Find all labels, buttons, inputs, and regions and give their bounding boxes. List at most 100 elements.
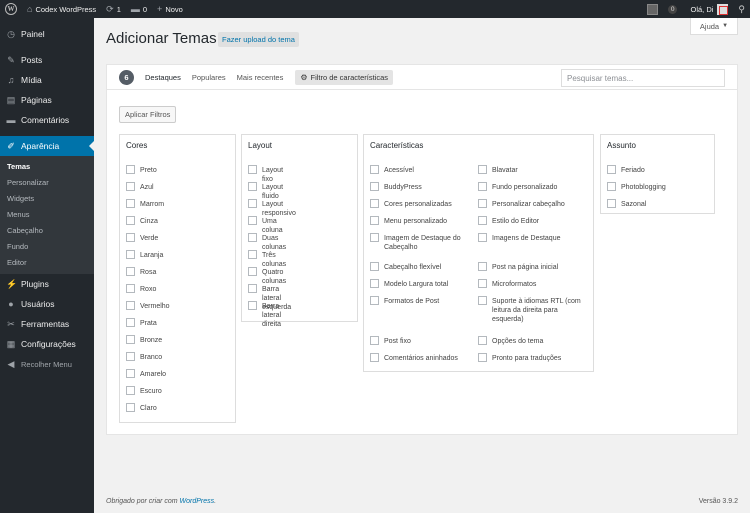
- checkbox[interactable]: [126, 267, 135, 276]
- pending-link[interactable]: 0: [663, 0, 686, 18]
- checkbox[interactable]: [607, 165, 616, 174]
- filter-option[interactable]: Pronto para traduções: [478, 353, 588, 363]
- checkbox[interactable]: [370, 216, 379, 225]
- submenu-item[interactable]: Temas: [0, 159, 94, 175]
- checkbox[interactable]: [126, 250, 135, 259]
- new-content-link[interactable]: + Novo: [152, 0, 188, 18]
- checkbox[interactable]: [248, 165, 257, 174]
- checkbox[interactable]: [248, 216, 257, 225]
- checkbox[interactable]: [126, 165, 135, 174]
- checkbox[interactable]: [248, 182, 257, 191]
- gravatar-link[interactable]: [642, 0, 663, 18]
- checkbox[interactable]: [370, 279, 379, 288]
- submenu-item[interactable]: Personalizar: [0, 175, 94, 191]
- wp-logo-menu[interactable]: W: [0, 0, 22, 18]
- checkbox[interactable]: [126, 233, 135, 242]
- checkbox[interactable]: [370, 296, 379, 305]
- filter-option[interactable]: Opções do tema: [478, 336, 588, 346]
- help-tab[interactable]: Ajuda ▼: [690, 18, 738, 35]
- checkbox[interactable]: [126, 318, 135, 327]
- checkbox[interactable]: [126, 301, 135, 310]
- checkbox[interactable]: [370, 336, 379, 345]
- checkbox[interactable]: [478, 353, 487, 362]
- checkbox[interactable]: [478, 216, 487, 225]
- feature-filter-button[interactable]: ⚙ Filtro de características: [295, 69, 394, 85]
- checkbox[interactable]: [478, 296, 487, 305]
- checkbox[interactable]: [607, 199, 616, 208]
- search-toggle[interactable]: ⚲: [733, 0, 750, 18]
- checkbox[interactable]: [126, 369, 135, 378]
- checkbox[interactable]: [248, 267, 257, 276]
- filter-option[interactable]: Post fixo: [370, 336, 474, 346]
- checkbox[interactable]: [478, 336, 487, 345]
- menu-item-usuarios[interactable]: ● Usuários: [0, 294, 94, 314]
- filter-option[interactable]: Cabeçalho flexível: [370, 262, 474, 272]
- checkbox[interactable]: [370, 165, 379, 174]
- menu-item-paginas[interactable]: ▤ Páginas: [0, 90, 94, 110]
- submenu-item[interactable]: Menus: [0, 207, 94, 223]
- checkbox[interactable]: [478, 262, 487, 271]
- checkbox[interactable]: [478, 199, 487, 208]
- checkbox[interactable]: [126, 352, 135, 361]
- checkbox[interactable]: [126, 284, 135, 293]
- menu-item-ferramentas[interactable]: ✂ Ferramentas: [0, 314, 94, 334]
- submenu-item[interactable]: Fundo: [0, 239, 94, 255]
- submenu-item[interactable]: Editor: [0, 255, 94, 271]
- apply-filters-button[interactable]: Aplicar Filtros: [119, 106, 177, 123]
- checkbox[interactable]: [126, 335, 135, 344]
- checkbox[interactable]: [248, 199, 257, 208]
- filter-option[interactable]: BuddyPress: [370, 182, 474, 192]
- updates-link[interactable]: ⟳ 1: [101, 0, 126, 18]
- checkbox[interactable]: [248, 284, 257, 293]
- checkbox[interactable]: [126, 199, 135, 208]
- checkbox[interactable]: [478, 279, 487, 288]
- menu-item-midia[interactable]: ♫ Mídia: [0, 70, 94, 90]
- filter-option[interactable]: Formatos de Post: [370, 296, 474, 306]
- checkbox[interactable]: [370, 262, 379, 271]
- submenu-item[interactable]: Cabeçalho: [0, 223, 94, 239]
- checkbox[interactable]: [248, 301, 257, 310]
- checkbox[interactable]: [478, 233, 487, 242]
- checkbox[interactable]: [478, 182, 487, 191]
- menu-item-painel[interactable]: ◷ Painel: [0, 24, 94, 44]
- filter-option[interactable]: Post na página inicial: [478, 262, 588, 272]
- filter-option[interactable]: Estilo do Editor: [478, 216, 588, 226]
- checkbox[interactable]: [370, 182, 379, 191]
- checkbox[interactable]: [607, 182, 616, 191]
- menu-item-aparencia[interactable]: ✐ Aparência: [0, 136, 94, 156]
- checkbox[interactable]: [478, 165, 487, 174]
- comments-link[interactable]: ▬ 0: [126, 0, 152, 18]
- filter-link-latest[interactable]: Mais recentes: [237, 71, 284, 84]
- checkbox[interactable]: [370, 233, 379, 242]
- checkbox[interactable]: [248, 233, 257, 242]
- checkbox[interactable]: [126, 403, 135, 412]
- filter-option[interactable]: Fundo personalizado: [478, 182, 588, 192]
- filter-option[interactable]: Personalizar cabeçalho: [478, 199, 588, 209]
- filter-option[interactable]: Comentários aninhados: [370, 353, 474, 363]
- filter-option[interactable]: Imagem de Destaque do Cabeçalho: [370, 233, 474, 252]
- filter-link-popular[interactable]: Populares: [192, 71, 226, 84]
- my-account-menu[interactable]: Olá, Di: [685, 0, 733, 18]
- filter-option[interactable]: Suporte à idiomas RTL (com leitura da di…: [478, 296, 588, 324]
- menu-item-plugins[interactable]: ⚡ Plugins: [0, 274, 94, 294]
- menu-item-comentarios[interactable]: ▬ Comentários: [0, 110, 94, 130]
- search-themes-input[interactable]: [561, 69, 725, 87]
- checkbox[interactable]: [126, 182, 135, 191]
- checkbox[interactable]: [126, 386, 135, 395]
- checkbox[interactable]: [248, 250, 257, 259]
- filter-option[interactable]: Microformatos: [478, 279, 588, 289]
- upload-theme-button[interactable]: Fazer upload do tema: [218, 32, 299, 47]
- menu-item-configuracoes[interactable]: ▦ Configurações: [0, 334, 94, 354]
- wordpress-link[interactable]: WordPress: [180, 498, 215, 505]
- checkbox[interactable]: [370, 353, 379, 362]
- filter-option[interactable]: Menu personalizado: [370, 216, 474, 226]
- filter-option[interactable]: Imagens de Destaque: [478, 233, 588, 243]
- filter-option[interactable]: Blavatar: [478, 165, 588, 175]
- site-name-link[interactable]: ⌂ Codex WordPress: [22, 0, 101, 18]
- filter-option[interactable]: Acessível: [370, 165, 474, 175]
- submenu-item[interactable]: Widgets: [0, 191, 94, 207]
- menu-item-posts[interactable]: ✎ Posts: [0, 50, 94, 70]
- filter-link-featured[interactable]: Destaques: [145, 71, 181, 84]
- checkbox[interactable]: [370, 199, 379, 208]
- collapse-menu-button[interactable]: ◀ Recolher Menu: [0, 354, 94, 374]
